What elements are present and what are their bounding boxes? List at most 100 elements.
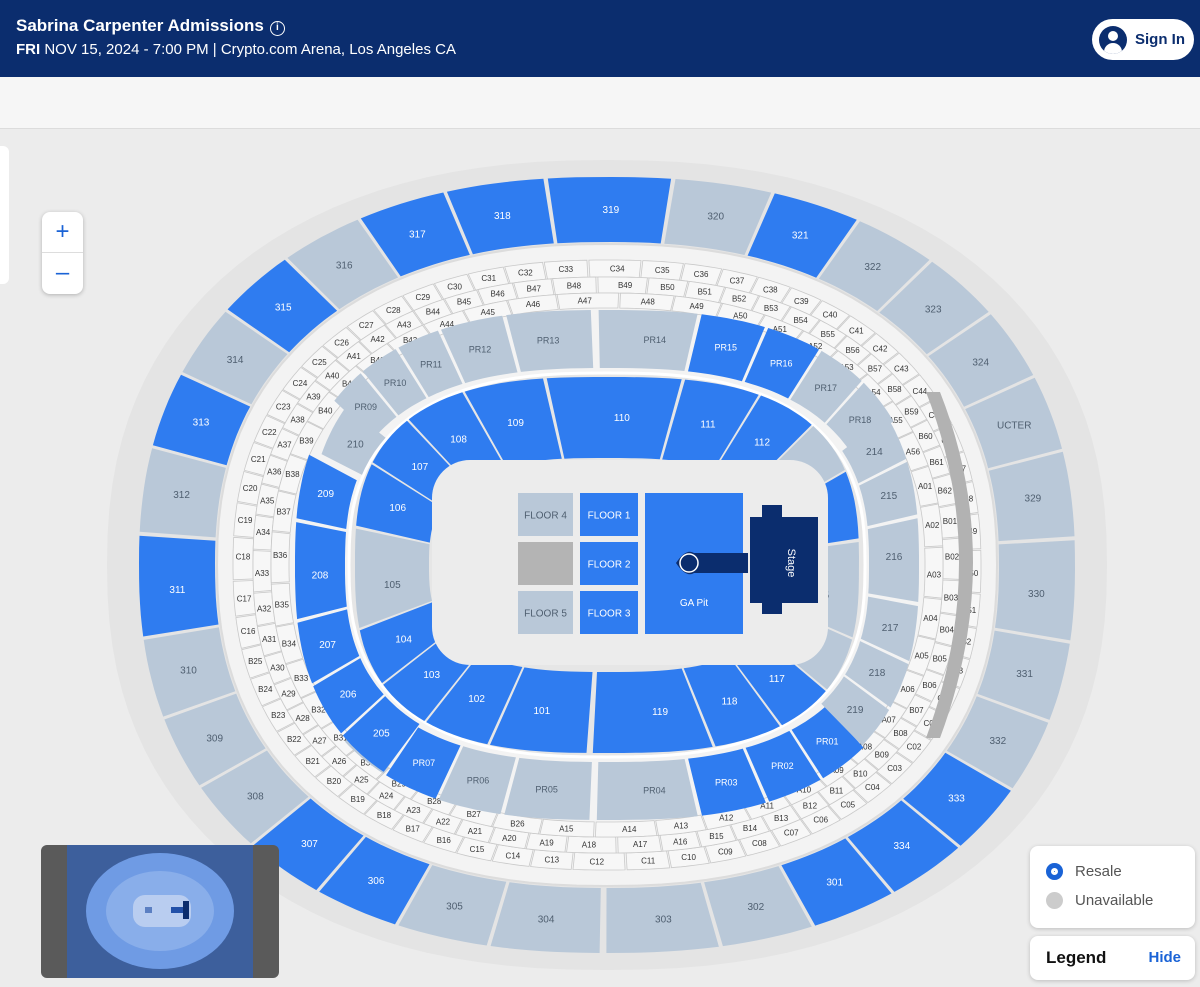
section-319[interactable]: 319 xyxy=(547,177,672,244)
section-b49[interactable]: B49 xyxy=(597,276,648,295)
section-b48[interactable]: B48 xyxy=(552,276,597,296)
floor-section-floor-2[interactable]: FLOOR 2 xyxy=(580,542,638,585)
section-216[interactable]: 216 xyxy=(867,518,919,602)
info-icon[interactable]: i xyxy=(269,21,285,36)
section-c19[interactable]: C19 xyxy=(233,502,258,538)
section-label: 301 xyxy=(826,878,843,889)
section-c12[interactable]: C12 xyxy=(572,852,626,871)
section-label: 219 xyxy=(847,705,864,716)
zoom-in-button[interactable]: + xyxy=(42,212,83,253)
section-label: A20 xyxy=(502,834,517,843)
section-label: C35 xyxy=(655,266,670,275)
section-label: B19 xyxy=(351,795,366,804)
section-a03[interactable]: A03 xyxy=(923,546,944,599)
section-label: A49 xyxy=(689,302,704,311)
section-label: B35 xyxy=(275,601,290,610)
section-c11[interactable]: C11 xyxy=(625,850,671,871)
section-label: 119 xyxy=(652,707,668,718)
section-a33[interactable]: A33 xyxy=(252,550,273,593)
section-a17[interactable]: A17 xyxy=(617,834,662,854)
legend-toggle-bar: Legend Hide xyxy=(1030,936,1195,980)
section-pr14[interactable]: PR14 xyxy=(598,310,698,371)
section-label: C33 xyxy=(558,265,573,274)
floor-section-label: FLOOR 1 xyxy=(588,511,631,522)
section-label: A22 xyxy=(436,818,451,827)
section-b36[interactable]: B36 xyxy=(270,531,291,584)
floor-section-floor-3[interactable]: FLOOR 3 xyxy=(580,591,638,634)
floor-section-floor-5[interactable]: FLOOR 5 xyxy=(518,591,573,634)
section-label: B18 xyxy=(377,811,392,820)
legend-hide-button[interactable]: Hide xyxy=(1148,949,1181,966)
section-label: B27 xyxy=(467,810,482,819)
section-label: 309 xyxy=(206,733,223,744)
section-label: C25 xyxy=(312,358,327,367)
section-label: C32 xyxy=(518,269,533,278)
section-b02[interactable]: B02 xyxy=(941,537,962,580)
section-label: 104 xyxy=(395,634,412,645)
section-label: B09 xyxy=(875,750,890,759)
section-a14[interactable]: A14 xyxy=(594,820,658,838)
section-label: B39 xyxy=(299,437,314,446)
section-label: A23 xyxy=(406,806,421,815)
section-label: PR05 xyxy=(535,785,558,795)
section-pr05[interactable]: PR05 xyxy=(504,757,592,820)
section-label: B06 xyxy=(922,681,937,690)
floor-section-label: FLOOR 5 xyxy=(524,609,567,620)
section-c17[interactable]: C17 xyxy=(232,580,257,617)
section-label: C18 xyxy=(236,553,251,562)
legend-panel: Resale Unavailable xyxy=(1030,846,1195,928)
section-label: C42 xyxy=(873,345,888,354)
event-header: Sabrina Carpenter Admissions i FRI NOV 15… xyxy=(0,0,1200,77)
circle-icon xyxy=(1046,892,1063,909)
section-c33[interactable]: C33 xyxy=(543,259,589,280)
section-c13[interactable]: C13 xyxy=(530,849,574,870)
section-label: A29 xyxy=(281,690,296,699)
section-110[interactable]: 110 xyxy=(546,377,682,460)
section-label: 205 xyxy=(373,729,390,740)
section-311[interactable]: 311 xyxy=(139,535,219,637)
floor-section-floor-4[interactable]: FLOOR 4 xyxy=(518,493,573,536)
section-label: PR17 xyxy=(814,383,837,393)
section-label: B44 xyxy=(426,308,441,317)
section-208[interactable]: 208 xyxy=(295,522,347,620)
section-330[interactable]: 330 xyxy=(995,540,1075,641)
sign-in-button[interactable]: Sign In xyxy=(1092,19,1194,60)
zoom-out-button[interactable]: – xyxy=(42,253,83,294)
section-label: C07 xyxy=(784,829,799,838)
section-label: B53 xyxy=(764,304,779,313)
section-label: A28 xyxy=(295,714,310,723)
section-a34[interactable]: A34 xyxy=(252,514,275,551)
section-label: A14 xyxy=(622,825,637,834)
section-a48[interactable]: A48 xyxy=(619,292,675,312)
section-label: 319 xyxy=(603,205,620,216)
floor-section-floor-1[interactable]: FLOOR 1 xyxy=(580,493,638,536)
section-label: B34 xyxy=(282,639,297,648)
section-label: C12 xyxy=(589,857,604,866)
floor-section-shape[interactable] xyxy=(518,542,573,585)
section-label: C15 xyxy=(470,845,485,854)
section-a47[interactable]: A47 xyxy=(556,292,620,310)
minimap[interactable] xyxy=(41,845,279,978)
section-c34[interactable]: C34 xyxy=(588,259,642,278)
section-label: C06 xyxy=(813,816,828,825)
section-label: C29 xyxy=(415,293,430,302)
section-label: B37 xyxy=(276,507,291,516)
section-c18[interactable]: C18 xyxy=(232,536,255,581)
section-a18[interactable]: A18 xyxy=(566,835,617,854)
section-pr04[interactable]: PR04 xyxy=(596,759,698,820)
section-label: 305 xyxy=(446,901,463,912)
section-304[interactable]: 304 xyxy=(490,882,601,953)
section-c35[interactable]: C35 xyxy=(640,260,684,281)
section-303[interactable]: 303 xyxy=(606,882,719,953)
legend-label-resale: Resale xyxy=(1075,863,1122,880)
section-a15[interactable]: A15 xyxy=(539,818,595,838)
section-label: 111 xyxy=(700,420,716,431)
section-pr13[interactable]: PR13 xyxy=(506,310,594,372)
floor-section-label: FLOOR 3 xyxy=(588,609,631,620)
section-label: B05 xyxy=(933,654,948,663)
section-label: 304 xyxy=(538,914,555,925)
section-label: C27 xyxy=(359,321,374,330)
section-label: PR07 xyxy=(413,758,436,768)
section-label: 315 xyxy=(275,302,292,313)
side-panel-handle[interactable] xyxy=(0,146,9,284)
